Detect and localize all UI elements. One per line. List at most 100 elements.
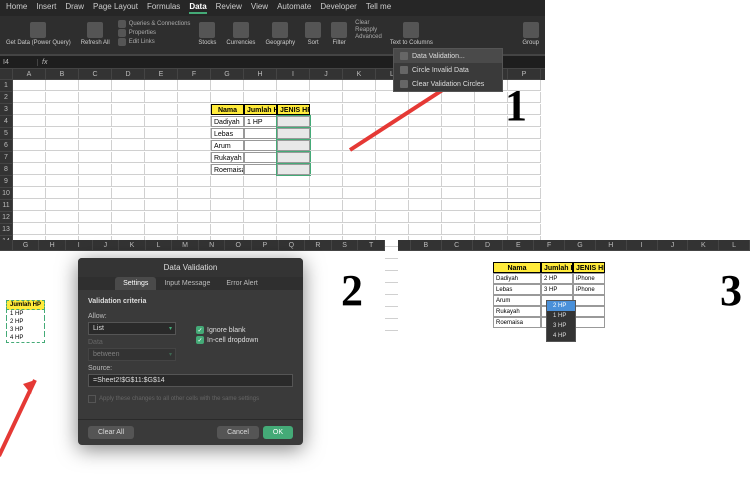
- row-header[interactable]: 6: [0, 140, 13, 152]
- cell[interactable]: [145, 140, 178, 151]
- col-header[interactable]: B: [46, 69, 79, 80]
- get-data-button[interactable]: Get Data (Power Query): [4, 20, 73, 48]
- cell[interactable]: [112, 188, 145, 199]
- cell[interactable]: [442, 128, 475, 139]
- table-cell[interactable]: iPhone: [573, 273, 605, 284]
- cell[interactable]: [211, 80, 244, 91]
- col-header[interactable]: S: [332, 240, 359, 251]
- cell[interactable]: [178, 152, 211, 163]
- cell[interactable]: [409, 116, 442, 127]
- menu-draw[interactable]: Draw: [65, 2, 84, 14]
- cell[interactable]: [277, 188, 310, 199]
- row-header[interactable]: 4: [0, 116, 13, 128]
- cell[interactable]: [145, 104, 178, 115]
- col-header[interactable]: P: [508, 69, 541, 80]
- cell[interactable]: [46, 116, 79, 127]
- cell[interactable]: [475, 92, 508, 103]
- cell[interactable]: [409, 152, 442, 163]
- menu-view[interactable]: View: [251, 2, 268, 14]
- col-header[interactable]: G: [13, 240, 40, 251]
- cell[interactable]: [508, 152, 541, 163]
- cell[interactable]: [112, 92, 145, 103]
- table-cell[interactable]: [573, 295, 605, 306]
- cell[interactable]: [376, 212, 409, 223]
- properties-button[interactable]: Properties: [118, 29, 191, 37]
- cell[interactable]: [145, 128, 178, 139]
- cell[interactable]: [343, 92, 376, 103]
- cell[interactable]: [145, 164, 178, 175]
- cell[interactable]: [475, 128, 508, 139]
- cell[interactable]: [277, 200, 310, 211]
- cell[interactable]: [343, 176, 376, 187]
- cell[interactable]: [178, 116, 211, 127]
- cell[interactable]: [310, 80, 343, 91]
- advanced-button[interactable]: Advanced: [355, 34, 382, 40]
- queries-button[interactable]: Queries & Connections: [118, 20, 191, 28]
- name-box[interactable]: I4: [0, 59, 38, 66]
- col-header[interactable]: H: [244, 69, 277, 80]
- cell[interactable]: [310, 188, 343, 199]
- cell[interactable]: [13, 116, 46, 127]
- cell[interactable]: [112, 140, 145, 151]
- col-header[interactable]: F: [534, 240, 565, 251]
- table-cell[interactable]: Rukayah: [493, 306, 541, 317]
- cell[interactable]: Roemaisa: [211, 164, 244, 175]
- cell[interactable]: [13, 224, 46, 235]
- circle-invalid-menuitem[interactable]: Circle Invalid Data: [394, 63, 502, 77]
- cell[interactable]: [79, 104, 112, 115]
- col-header[interactable]: L: [146, 240, 173, 251]
- tab-settings[interactable]: Settings: [115, 277, 156, 290]
- table-cell[interactable]: [573, 306, 605, 317]
- cell[interactable]: [79, 116, 112, 127]
- cell[interactable]: [409, 104, 442, 115]
- cell[interactable]: [112, 80, 145, 91]
- cell[interactable]: Jumlah HP: [244, 104, 277, 115]
- table-cell[interactable]: iPhone: [573, 284, 605, 295]
- cell[interactable]: [13, 164, 46, 175]
- col-header[interactable]: K: [343, 69, 376, 80]
- cell[interactable]: [343, 152, 376, 163]
- cell[interactable]: [211, 188, 244, 199]
- cell[interactable]: [409, 176, 442, 187]
- row-header[interactable]: 11: [0, 200, 13, 212]
- cell[interactable]: [178, 128, 211, 139]
- geography-button[interactable]: Geography: [263, 20, 297, 48]
- cell[interactable]: [211, 92, 244, 103]
- table-cell[interactable]: Roemaisa: [493, 317, 541, 328]
- table-cell[interactable]: [573, 317, 605, 328]
- cell[interactable]: [343, 80, 376, 91]
- cell[interactable]: [112, 152, 145, 163]
- table-cell[interactable]: Dadiyah: [493, 273, 541, 284]
- cell[interactable]: [178, 104, 211, 115]
- stocks-button[interactable]: Stocks: [196, 20, 218, 48]
- cell[interactable]: [178, 212, 211, 223]
- cell[interactable]: [475, 176, 508, 187]
- col-header[interactable]: H: [596, 240, 627, 251]
- cell[interactable]: [310, 200, 343, 211]
- cell[interactable]: 1 HP: [244, 116, 277, 127]
- cell[interactable]: [442, 116, 475, 127]
- cell[interactable]: [343, 128, 376, 139]
- reapply-button[interactable]: Reapply: [355, 27, 382, 33]
- text-to-columns-button[interactable]: Text to Columns: [388, 20, 435, 48]
- cell[interactable]: [442, 200, 475, 211]
- col-header[interactable]: J: [658, 240, 689, 251]
- cell[interactable]: [277, 152, 310, 163]
- cell[interactable]: [475, 140, 508, 151]
- cell[interactable]: [244, 176, 277, 187]
- col-header[interactable]: C: [442, 240, 473, 251]
- cell[interactable]: [112, 200, 145, 211]
- cell[interactable]: [13, 200, 46, 211]
- col-header[interactable]: J: [310, 69, 343, 80]
- table-cell[interactable]: 2 HP: [541, 273, 573, 284]
- cell[interactable]: [343, 224, 376, 235]
- cell[interactable]: [376, 224, 409, 235]
- col-header[interactable]: P: [252, 240, 279, 251]
- cell[interactable]: [13, 212, 46, 223]
- clear-all-button[interactable]: Clear All: [88, 426, 134, 439]
- cell[interactable]: [145, 116, 178, 127]
- cell[interactable]: [376, 92, 409, 103]
- cell[interactable]: [46, 212, 79, 223]
- source-input[interactable]: =Sheet2!$G$11:$G$14: [88, 374, 293, 387]
- cell[interactable]: [376, 104, 409, 115]
